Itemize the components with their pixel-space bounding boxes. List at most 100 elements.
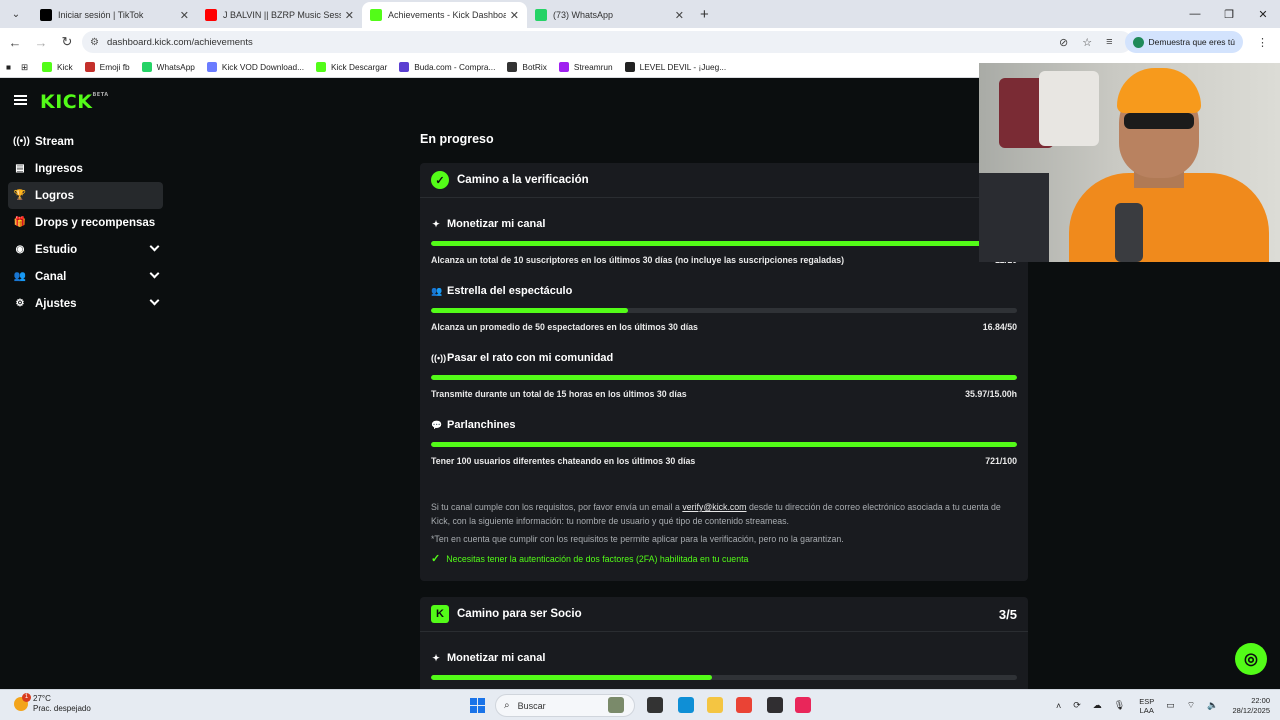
- gallery-app-icon[interactable]: [608, 697, 624, 713]
- tab-title: Achievements - Kick Dashboard: [388, 10, 506, 20]
- files-app-icon[interactable]: [647, 697, 663, 713]
- minimize-button[interactable]: —: [1178, 0, 1212, 28]
- sidebar-item-stream[interactable]: ((•)) Stream: [8, 128, 163, 155]
- windows-taskbar: 1 27°C Prac. despejado ⌕ Buscar ˄ ⟳ ☁ 🎙 …: [0, 689, 1280, 720]
- requirement-item: ✦ Monetizar mi canal: [420, 632, 1028, 697]
- requirement-title-text: Parlanchines: [447, 419, 516, 431]
- volume-icon[interactable]: 🔈: [1207, 700, 1218, 711]
- progress-fill: [431, 375, 1017, 380]
- start-button[interactable]: [470, 698, 485, 713]
- bookmark-item[interactable]: Kick: [41, 61, 73, 72]
- stream-icon: ((•)): [13, 136, 30, 147]
- reload-button[interactable]: ↻: [56, 34, 78, 50]
- sidebar-item-label: Canal: [35, 270, 67, 283]
- verified-badge-icon: ✓: [431, 171, 449, 189]
- media-queue-icon[interactable]: ≡: [1106, 36, 1112, 48]
- new-tab-button[interactable]: +: [700, 6, 709, 23]
- tab-title: J BALVIN || BZRP Music Session: [223, 10, 341, 20]
- requirement-title: ((•)) Pasar el rato con mi comunidad: [431, 352, 613, 364]
- forward-button[interactable]: →: [30, 35, 52, 50]
- income-icon: ▤: [15, 163, 25, 174]
- progress-fill: [431, 308, 629, 313]
- display-icon[interactable]: ▭: [1166, 700, 1175, 711]
- bookmark-item[interactable]: Emoji fb: [84, 61, 130, 72]
- explorer-app-icon[interactable]: [707, 697, 723, 713]
- tab-close-icon[interactable]: ✕: [345, 9, 354, 22]
- tray-overflow-icon[interactable]: ˄: [1056, 701, 1061, 711]
- bookmark-label: Buda.com - Compra...: [414, 61, 496, 72]
- kick-logo[interactable]: KICKBETA: [40, 91, 109, 113]
- verification-info-text: Si tu canal cumple con los requisitos, p…: [431, 502, 1001, 526]
- browser-tab[interactable]: (73) WhatsApp ✕: [527, 2, 692, 28]
- browser-menu-icon[interactable]: ⋮: [1257, 36, 1268, 49]
- bookmark-label: WhatsApp: [156, 61, 195, 72]
- partner-card-header[interactable]: K Camino para ser Socio 3/5: [420, 597, 1028, 632]
- progress-fill: [431, 675, 713, 680]
- bookmark-item[interactable]: Buda.com - Compra...: [399, 61, 496, 72]
- bookmark-item[interactable]: Streamrun: [558, 61, 613, 72]
- tiktok-app-icon[interactable]: [795, 697, 811, 713]
- sidebar-item-logros[interactable]: 🏆 Logros: [8, 182, 163, 209]
- window-controls: — ❐ ✕: [1178, 0, 1280, 28]
- bookmark-favicon-icon: [399, 61, 410, 72]
- bookmark-favicon-icon: [41, 61, 52, 72]
- menu-icon[interactable]: [14, 95, 27, 105]
- apps-grid-icon[interactable]: ⊞: [21, 62, 28, 72]
- back-button[interactable]: ←: [4, 35, 26, 50]
- sync-icon[interactable]: ⟳: [1073, 700, 1081, 711]
- chrome-app-icon[interactable]: [736, 697, 752, 713]
- sidebar-toggle-icon[interactable]: ■: [6, 62, 11, 72]
- sidebar-item-canal[interactable]: 👥 Canal: [8, 263, 163, 290]
- sidebar-item-ingresos[interactable]: ▤ Ingresos: [8, 155, 163, 182]
- support-chat-button[interactable]: ◎: [1235, 643, 1267, 675]
- mic-icon[interactable]: 🎙: [1114, 700, 1125, 711]
- sidebar-item-ajustes[interactable]: ⚙ Ajustes: [8, 290, 163, 317]
- tab-close-icon[interactable]: ✕: [180, 9, 189, 22]
- url-field[interactable]: ⚙ dashboard.kick.com/achievements: [82, 31, 1132, 53]
- chevron-down-icon[interactable]: [149, 241, 160, 252]
- bookmark-item[interactable]: WhatsApp: [141, 61, 195, 72]
- eye-off-icon[interactable]: ⊘: [1059, 36, 1068, 49]
- cloud-icon[interactable]: ☁: [1093, 700, 1102, 711]
- verification-card-header[interactable]: ✓ Camino a la verificación: [420, 163, 1028, 198]
- bookmark-item[interactable]: BotRix: [507, 61, 547, 72]
- network-icon[interactable]: ⌔: [1187, 700, 1195, 711]
- chevron-down-icon[interactable]: [149, 295, 160, 306]
- bookmark-item[interactable]: Kick VOD Download...: [206, 61, 304, 72]
- viewers-icon: 👥: [431, 285, 443, 296]
- bookmark-label: Kick VOD Download...: [221, 61, 304, 72]
- browser-tab[interactable]: J BALVIN || BZRP Music Session ✕: [197, 2, 362, 28]
- sidebar-item-drops[interactable]: 🎁 Drops y recompensas: [8, 209, 163, 236]
- site-info-icon[interactable]: ⚙: [90, 37, 99, 48]
- requirement-value: 16.84/50: [982, 322, 1017, 332]
- close-window-button[interactable]: ✕: [1246, 0, 1280, 28]
- profile-verify-chip[interactable]: Demuestra que eres tú: [1124, 31, 1243, 53]
- sidebar-item-label: Stream: [35, 135, 74, 148]
- browser-tab[interactable]: Iniciar sesión | TikTok ✕: [32, 2, 197, 28]
- chevron-down-icon[interactable]: [149, 268, 160, 279]
- bookmark-favicon-icon: [558, 61, 569, 72]
- browser-tab[interactable]: Achievements - Kick Dashboard ✕: [362, 2, 527, 28]
- obs-app-icon[interactable]: [767, 697, 783, 713]
- edge-app-icon[interactable]: [678, 697, 694, 713]
- twofa-requirement: ✓ Necesitas tener la autenticación de do…: [431, 552, 748, 565]
- weather-widget[interactable]: 1 27°C Prac. despejado: [14, 693, 91, 714]
- sidebar-item-estudio[interactable]: ◉ Estudio: [8, 236, 163, 263]
- bookmark-item[interactable]: LEVEL DEVIL - ¡Jueg...: [624, 61, 726, 72]
- language-indicator[interactable]: ESP LAA: [1139, 697, 1154, 715]
- tab-close-icon[interactable]: ✕: [675, 9, 684, 22]
- clock[interactable]: 22:00 28/12/2025: [1232, 696, 1270, 716]
- verification-card: ✓ Camino a la verificación ✦ Monetizar mi…: [420, 163, 1028, 581]
- verify-email-link[interactable]: verify@kick.com: [682, 502, 746, 512]
- weather-sun-icon: 1: [14, 693, 31, 711]
- requirement-description: Transmite durante un total de 15 horas e…: [431, 389, 687, 399]
- tab-search-button[interactable]: ⌄: [4, 3, 28, 25]
- bookmark-item[interactable]: Kick Descargar: [316, 61, 387, 72]
- section-title: En progreso: [420, 132, 494, 146]
- bookmark-star-icon[interactable]: ☆: [1082, 36, 1092, 49]
- restore-button[interactable]: ❐: [1212, 0, 1246, 28]
- sidebar-item-label: Drops y recompensas: [35, 216, 156, 229]
- tab-close-icon[interactable]: ✕: [510, 9, 519, 22]
- partner-card: K Camino para ser Socio 3/5 ✦ Monetizar m…: [420, 597, 1028, 697]
- requirement-value: 721/100: [985, 456, 1017, 466]
